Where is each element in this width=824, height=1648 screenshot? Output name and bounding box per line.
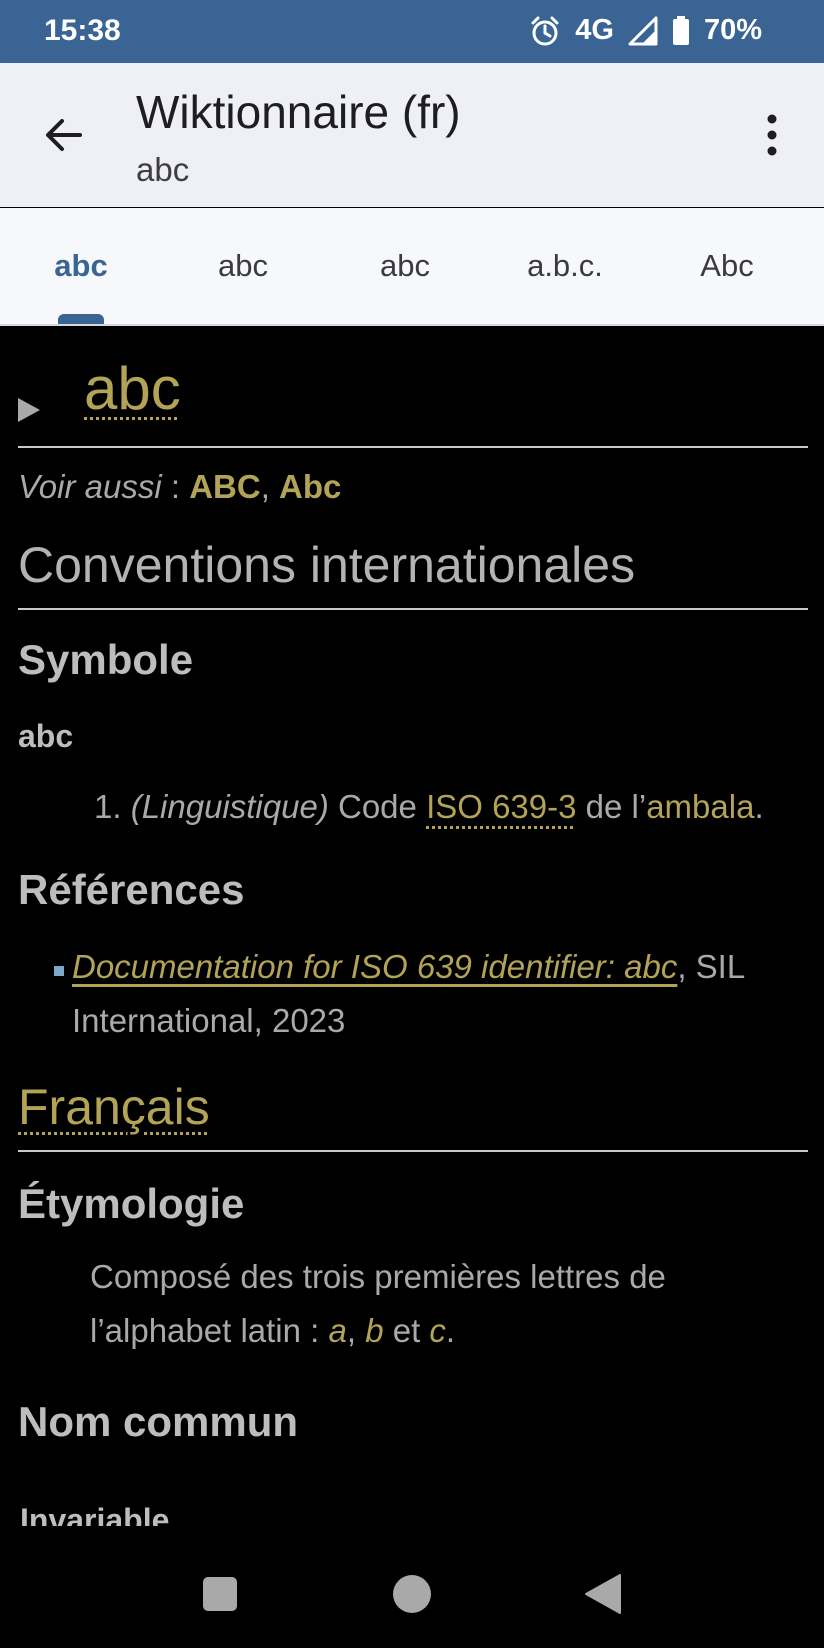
link-letter-c[interactable]: c [429,1312,446,1349]
reference-item-line2: International, 2023 [72,1002,346,1039]
home-circle-icon[interactable] [392,1574,432,1619]
back-arrow-icon[interactable] [40,111,88,159]
tab-2[interactable]: abc [162,248,324,284]
etymology-line-2: l’alphabet latin : a, b et c. [90,1312,456,1349]
section-heading-references: Références [18,866,245,913]
title-divider [18,446,808,448]
link-letter-a[interactable]: a [329,1312,347,1349]
system-nav-bar [0,1526,824,1648]
signal-icon [628,16,658,46]
battery-icon [672,15,690,46]
reference-link[interactable]: Documentation for ISO 639 identifier: ab… [72,948,677,985]
tab-1[interactable]: abc [0,248,162,284]
alarm-icon [529,15,561,47]
tab-4[interactable]: a.b.c. [484,248,646,284]
battery-percent: 70% [703,14,762,46]
conventions-divider [18,608,808,610]
section-heading-etymologie: Étymologie [18,1180,245,1227]
status-icons: 4G 70% [529,14,762,47]
overflow-menu-icon[interactable] [752,111,792,159]
expand-arrow-icon[interactable] [18,398,40,422]
network-type: 4G [575,14,614,46]
link-letter-b[interactable]: b [365,1312,383,1349]
back-triangle-icon[interactable] [584,1574,622,1619]
section-heading-symbole: Symbole [18,636,194,683]
see-also-label: Voir aussi [18,468,162,505]
definition-item: 1. (Linguistique) Code ISO 639-3 de l’am… [94,788,764,825]
recents-square-icon[interactable] [202,1576,238,1617]
app-subtitle: abc [136,151,190,188]
link-iso-639-3[interactable]: ISO 639-3 [426,788,576,825]
symbol-headword: abc [18,718,74,754]
see-also-link-1[interactable]: ABC [189,468,261,505]
section-heading-nom-commun: Nom commun [18,1398,299,1445]
status-bar: 15:38 4G 70% [0,0,824,63]
tab-bar: abc abc abc a.b.c. Abc [0,208,824,326]
reference-item: Documentation for ISO 639 identifier: ab… [72,948,746,985]
app-title: Wiktionnaire (fr) [136,86,461,138]
see-also: Voir aussi : ABC, Abc [18,468,342,505]
language-heading-francais[interactable]: Français [18,1078,210,1136]
tab-3[interactable]: abc [324,248,486,284]
see-also-link-2[interactable]: Abc [279,468,341,505]
etymology-line-1: Composé des trois premières lettres de [90,1258,666,1295]
tab-5[interactable]: Abc [646,248,808,284]
link-ambala[interactable]: ambala [646,788,754,825]
section-heading-conventions: Conventions internationales [18,537,636,593]
article-title[interactable]: abc [84,354,181,423]
active-tab-indicator [58,314,104,324]
list-bullet [54,966,64,976]
app-bar: Wiktionnaire (fr) abc [0,63,824,207]
francais-divider [18,1150,808,1152]
status-time: 15:38 [44,14,121,47]
article-content: abc Voir aussi : ABC, Abc Conventions in… [0,326,824,1538]
